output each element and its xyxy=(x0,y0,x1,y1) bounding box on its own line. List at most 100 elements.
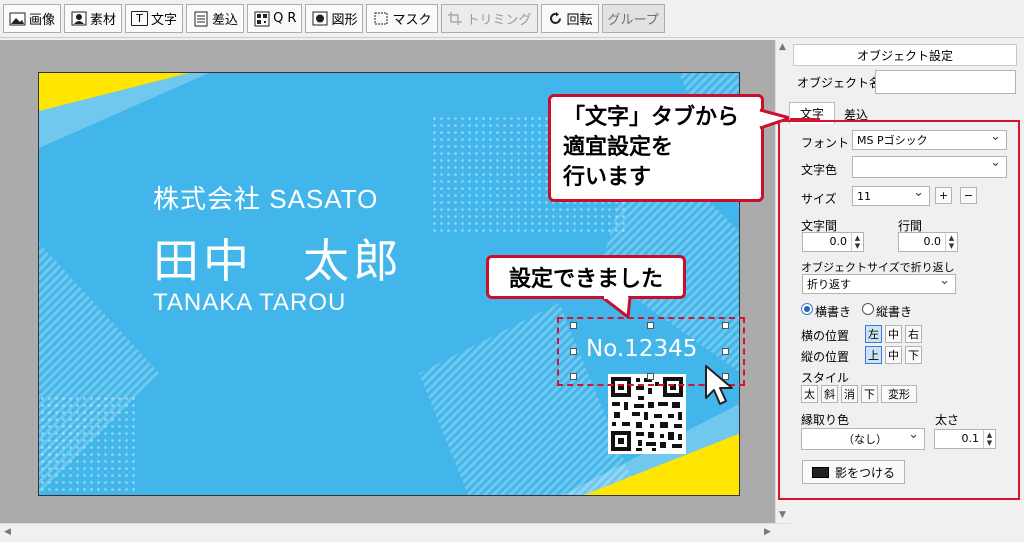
font-label: フォント xyxy=(801,136,850,150)
wrap-select-value: 折り返す xyxy=(807,278,851,291)
vertical-radio[interactable] xyxy=(862,303,874,315)
resize-handle[interactable] xyxy=(570,322,577,329)
spinner-arrows-icon[interactable]: ▲ ▼ xyxy=(945,233,957,251)
material-button-label: 素材 xyxy=(90,13,117,28)
rotate-icon xyxy=(547,11,564,26)
hpos-left-button[interactable]: 左 xyxy=(865,325,882,343)
border-color-select-value: （なし） xyxy=(843,433,887,446)
qr-code[interactable] xyxy=(608,374,686,454)
thickness-label: 太さ xyxy=(935,413,960,427)
size-decrease-button[interactable]: − xyxy=(960,187,977,204)
style-bold-button[interactable]: 太 xyxy=(801,385,818,403)
insert-button[interactable]: 差込 xyxy=(186,4,245,33)
scroll-up-icon[interactable]: ▲ xyxy=(779,42,786,52)
qr-button[interactable]: Q R xyxy=(247,4,303,33)
shadow-button-label: 影をつける xyxy=(834,465,895,480)
spinner-arrows-icon[interactable]: ▲ ▼ xyxy=(851,233,863,251)
trimming-button[interactable]: トリミング xyxy=(440,4,538,33)
vertical-radio-label: 縦書き xyxy=(876,305,913,319)
mouse-cursor-icon xyxy=(705,365,733,405)
font-select-value: MS Pゴシック xyxy=(857,134,928,147)
style-italic-button[interactable]: 斜 xyxy=(821,385,838,403)
vertical-position-label: 縦の位置 xyxy=(801,350,850,364)
horizontal-radio-label: 横書き xyxy=(815,305,852,319)
vpos-bottom-button[interactable]: 下 xyxy=(905,346,922,364)
scroll-down-icon[interactable]: ▼ xyxy=(779,510,786,520)
object-name-input[interactable] xyxy=(875,70,1016,94)
material-button[interactable]: 素材 xyxy=(64,4,123,33)
company-name[interactable]: 株式会社 SASATO xyxy=(153,179,378,216)
shape-button[interactable]: 図形 xyxy=(305,4,364,33)
mask-icon xyxy=(372,11,389,26)
spinner-arrows-icon[interactable]: ▲ ▼ xyxy=(983,430,995,448)
document-icon xyxy=(192,11,209,26)
image-button-label: 画像 xyxy=(29,13,56,28)
tab-hint-line: 行います xyxy=(563,165,652,190)
hpos-right-button[interactable]: 右 xyxy=(905,325,922,343)
vpos-top-button[interactable]: 上 xyxy=(865,346,882,364)
hpos-center-button[interactable]: 中 xyxy=(885,325,902,343)
horizontal-position-label: 横の位置 xyxy=(801,329,850,343)
char-spacing-spinner[interactable]: 0.0 ▲ ▼ xyxy=(802,232,864,252)
line-spacing-value: 0.0 xyxy=(923,235,942,248)
panel-header: オブジェクト設定 xyxy=(793,44,1017,66)
text-color-select[interactable] xyxy=(852,155,1007,178)
material-icon xyxy=(70,11,87,26)
size-select-value: 11 xyxy=(857,189,871,203)
qr-button-label: Q R xyxy=(273,11,297,26)
mask-button[interactable]: マスク xyxy=(366,4,438,33)
trimming-button-label: トリミング xyxy=(466,13,532,28)
scroll-left-icon[interactable]: ◀ xyxy=(4,527,11,537)
shape-icon xyxy=(311,11,328,26)
done-callout-pointer xyxy=(601,295,632,319)
resize-handle[interactable] xyxy=(570,348,577,355)
resize-handle[interactable] xyxy=(722,322,729,329)
shadow-button[interactable]: 影をつける xyxy=(802,460,905,484)
person-name[interactable]: 田中 太郎 xyxy=(153,225,403,291)
resize-handle[interactable] xyxy=(570,373,577,380)
vpos-middle-button[interactable]: 中 xyxy=(885,346,902,364)
wrap-select[interactable]: 折り返す xyxy=(802,273,956,294)
scroll-right-icon[interactable]: ▶ xyxy=(764,527,771,537)
text-button[interactable]: T 文字 xyxy=(125,4,184,33)
qr-icon xyxy=(253,11,270,26)
mask-button-label: マスク xyxy=(392,13,432,28)
shape-button-label: 図形 xyxy=(331,13,358,28)
person-name-romaji[interactable]: TANAKA TAROU xyxy=(153,289,346,317)
insert-button-label: 差込 xyxy=(212,13,239,28)
number-text[interactable]: No.12345 xyxy=(586,336,697,362)
font-select[interactable]: MS Pゴシック xyxy=(852,129,1007,150)
rotate-button-label: 回転 xyxy=(566,13,593,28)
resize-handle[interactable] xyxy=(647,322,654,329)
thickness-value: 0.1 xyxy=(961,432,980,445)
rotate-button[interactable]: 回転 xyxy=(540,4,599,33)
style-underline-button[interactable]: 下 xyxy=(861,385,878,403)
line-spacing-spinner[interactable]: 0.0 ▲ ▼ xyxy=(898,232,958,252)
shadow-icon xyxy=(811,466,829,478)
toolbar: 画像 素材 T 文字 差込 Q R 図形 マスク トリミング 回転 グループ xyxy=(0,0,1024,38)
border-color-select[interactable]: （なし） xyxy=(801,427,925,450)
thickness-spinner[interactable]: 0.1 ▲ ▼ xyxy=(934,429,996,449)
size-increase-button[interactable]: + xyxy=(935,187,952,204)
char-spacing-value: 0.0 xyxy=(829,235,848,248)
horizontal-scrollbar[interactable]: ◀ ▶ xyxy=(0,523,791,542)
text-icon: T xyxy=(131,11,149,26)
crop-icon xyxy=(447,11,464,26)
style-strike-button[interactable]: 消 xyxy=(841,385,858,403)
object-name-label: オブジェクト名 xyxy=(797,76,882,90)
horizontal-radio[interactable] xyxy=(801,303,813,315)
done-callout: 設定できました xyxy=(486,255,686,299)
done-callout-text: 設定できました xyxy=(508,267,663,292)
wrap-label: オブジェクトサイズで折り返し xyxy=(801,261,955,274)
style-transform-button[interactable]: 変形 xyxy=(881,385,917,403)
border-color-label: 縁取り色 xyxy=(801,413,850,427)
size-label: サイズ xyxy=(801,192,837,206)
resize-handle[interactable] xyxy=(722,348,729,355)
text-button-label: 文字 xyxy=(151,13,178,28)
group-button-label: グループ xyxy=(607,13,659,28)
resize-handle[interactable] xyxy=(647,373,654,380)
style-label: スタイル xyxy=(801,371,850,385)
image-button[interactable]: 画像 xyxy=(3,4,62,33)
size-select[interactable]: 11 xyxy=(852,185,930,206)
group-button[interactable]: グループ xyxy=(601,4,665,33)
